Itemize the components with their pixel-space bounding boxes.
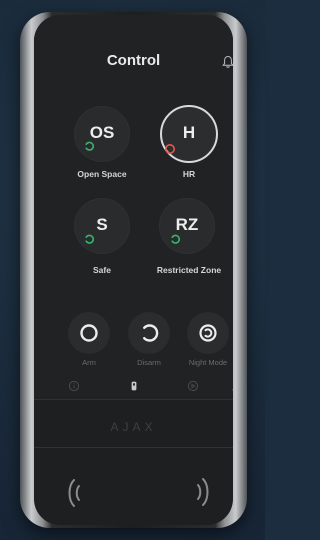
contactless-left-icon [68, 479, 80, 507]
touch-screen: Control OS Open Space H HR S Safe RZ Res… [34, 15, 233, 399]
zone-button-restricted-zone[interactable]: RZ [159, 198, 215, 254]
night-mode-icon [199, 324, 217, 342]
arm-button[interactable] [68, 312, 110, 354]
brand-logo: AJAX [110, 420, 157, 434]
zone-button-open-space[interactable]: OS [74, 106, 130, 162]
zone-label: Safe [93, 265, 111, 275]
zone-label: Restricted Zone [156, 265, 222, 275]
alarm-icon[interactable] [187, 380, 199, 392]
bell-icon[interactable] [222, 55, 233, 69]
night-mode-label: Night Mode [188, 358, 228, 367]
disarmed-status-icon [85, 141, 94, 151]
disarm-button[interactable] [128, 312, 170, 354]
zone-button-safe[interactable]: S [74, 198, 130, 254]
alarm-status-icon [165, 144, 175, 154]
night-mode-button[interactable] [187, 312, 229, 354]
keypad-icon[interactable] [128, 380, 140, 392]
zone-label: HR [182, 169, 196, 179]
keypad-face: Control OS Open Space H HR S Safe RZ Res… [34, 15, 233, 525]
info-icon[interactable] [68, 380, 80, 392]
disarmed-status-icon [85, 234, 94, 244]
zone-button-hr[interactable]: H [160, 105, 218, 163]
disarm-icon [143, 324, 159, 342]
page-title: Control [106, 52, 161, 69]
zone-code: S [96, 215, 108, 234]
zone-code: H [182, 123, 196, 142]
user-icon[interactable] [230, 380, 233, 392]
arm-icon [80, 324, 98, 342]
disarmed-status-icon [171, 234, 180, 244]
keypad-device: Control OS Open Space H HR S Safe RZ Res… [20, 12, 247, 528]
panel-divider [34, 447, 233, 448]
zone-label: Open Space [77, 169, 127, 179]
background: Control OS Open Space H HR S Safe RZ Res… [0, 0, 265, 540]
contactless-right-icon [197, 478, 209, 506]
screen-divider [34, 399, 233, 400]
zone-code: RZ [175, 215, 199, 234]
